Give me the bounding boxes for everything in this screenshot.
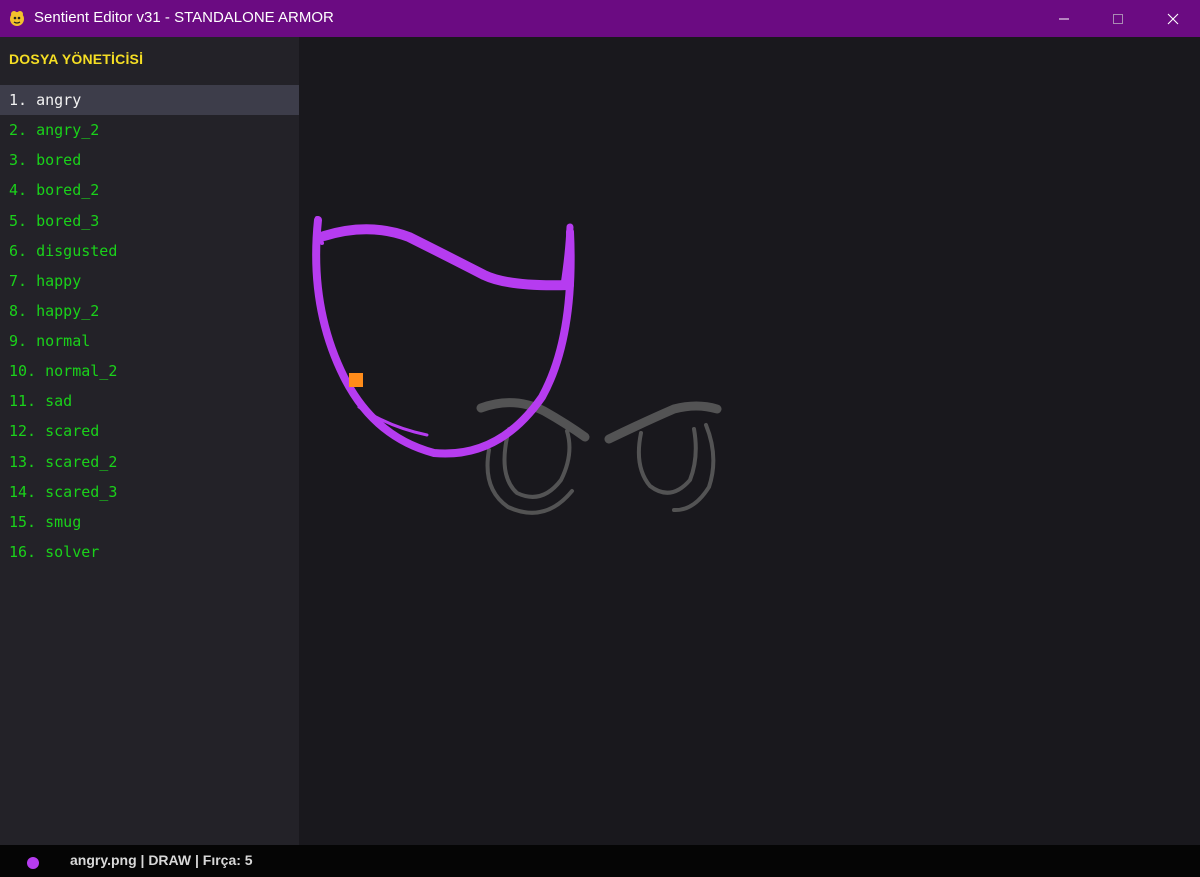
close-icon [1167, 13, 1179, 24]
file-list-item[interactable]: 10. normal_2 [0, 356, 299, 386]
file-list-item[interactable]: 1. angry [0, 85, 299, 116]
file-list-item[interactable]: 11. sad [0, 386, 299, 416]
maximize-icon [1113, 13, 1123, 24]
file-list-item[interactable]: 16. solver [0, 537, 299, 567]
reference-eyes-layer [476, 398, 722, 515]
file-list-item[interactable]: 9. normal [0, 326, 299, 356]
minimize-icon [1059, 18, 1069, 19]
file-list: 1. angry 2. angry_2 3. bored 4. bored_2 5. b… [0, 85, 299, 567]
left-eye [502, 427, 572, 499]
file-list-item[interactable]: 5. bored_3 [0, 206, 299, 236]
title-bar: Sentient Editor v31 - STANDALONE ARMOR [0, 0, 1200, 37]
file-manager-sidebar: DOSYA YÖNETİCİSİ 1. angry 2. angry_2 3. bo… [0, 37, 299, 845]
right-eye [636, 427, 698, 495]
status-bar: angry.png | DRAW | Fırça: 5 [0, 845, 1200, 877]
mask-top-stroke [319, 224, 574, 291]
drawing-canvas[interactable] [299, 37, 1200, 845]
sidebar-title: DOSYA YÖNETİCİSİ [9, 51, 144, 67]
right-eyebrow [604, 401, 722, 444]
file-list-item[interactable]: 2. angry_2 [0, 115, 299, 145]
brush-color-indicator [27, 857, 39, 869]
file-list-item[interactable]: 8. happy_2 [0, 296, 299, 326]
file-list-item[interactable]: 6. disgusted [0, 236, 299, 266]
minimize-button[interactable] [1037, 0, 1091, 37]
maximize-button[interactable] [1091, 0, 1145, 37]
file-list-item[interactable]: 3. bored [0, 145, 299, 175]
canvas-drawing [312, 216, 722, 515]
window-title: Sentient Editor v31 - STANDALONE ARMOR [34, 9, 334, 26]
file-list-item[interactable]: 12. scared [0, 416, 299, 446]
file-list-item[interactable]: 13. scared_2 [0, 447, 299, 477]
file-list-item[interactable]: 15. smug [0, 507, 299, 537]
close-button[interactable] [1146, 0, 1200, 37]
file-list-item[interactable]: 4. bored_2 [0, 175, 299, 205]
status-text: angry.png | DRAW | Fırça: 5 [70, 852, 253, 868]
app-icon [10, 11, 24, 26]
file-list-item[interactable]: 7. happy [0, 266, 299, 296]
brush-cursor [349, 373, 363, 387]
user-strokes-layer [312, 216, 575, 458]
file-list-item[interactable]: 14. scared_3 [0, 477, 299, 507]
